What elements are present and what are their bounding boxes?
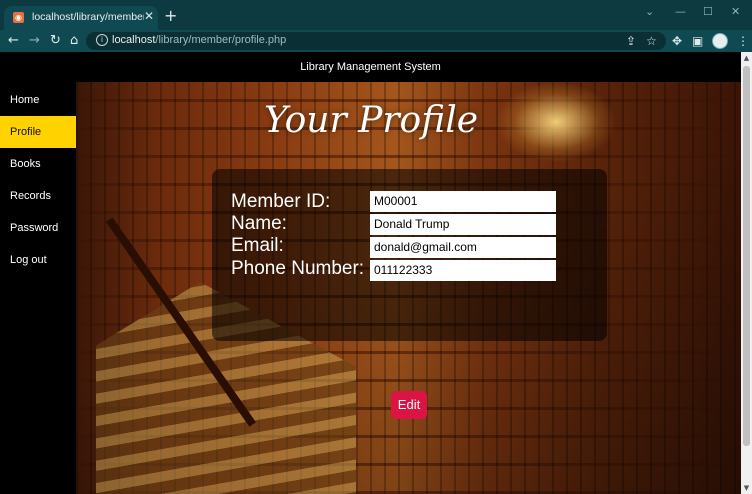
profile-avatar[interactable] — [712, 33, 728, 49]
tab-search-icon[interactable]: ⌄ — [645, 5, 654, 18]
edit-button[interactable]: Edit — [391, 391, 427, 419]
minimize-icon[interactable]: — — [675, 5, 686, 18]
site-info-icon[interactable]: i — [96, 34, 108, 46]
scroll-thumb[interactable] — [743, 66, 750, 446]
share-icon[interactable]: ⇪ — [626, 33, 636, 49]
url-host: localhost — [112, 34, 156, 46]
phone-label: Phone Number: — [231, 258, 365, 279]
maximize-icon[interactable]: ☐ — [703, 5, 713, 18]
forward-icon[interactable]: → — [29, 33, 40, 49]
extensions-icon[interactable]: ✥ — [672, 33, 682, 49]
browser-tab[interactable]: ◉ localhost/library/member/profile.php ✕ — [4, 6, 158, 30]
sidebar-item-home[interactable]: Home — [0, 84, 76, 116]
sidebar-item-profile[interactable]: Profile — [0, 116, 76, 148]
scroll-down-icon[interactable]: ▼ — [741, 482, 752, 494]
url-path: /library/member/profile.php — [155, 34, 287, 46]
member-id-label: Member ID: — [231, 191, 331, 212]
side-panel-icon[interactable]: ▣ — [692, 33, 703, 49]
sidebar-item-books[interactable]: Books — [0, 148, 76, 180]
window-close-icon[interactable]: ✕ — [731, 5, 740, 18]
home-icon[interactable]: ⌂ — [70, 33, 78, 49]
url-text[interactable]: localhost/library/member/profile.php — [112, 34, 286, 46]
scroll-up-icon[interactable]: ▲ — [741, 52, 752, 64]
browser-tabstrip: ◉ localhost/library/member/profile.php ✕… — [0, 0, 752, 30]
page-scrollbar[interactable]: ▲ ▼ — [741, 52, 752, 494]
name-label: Name: — [231, 213, 287, 234]
email-field[interactable] — [370, 237, 556, 258]
reload-icon[interactable]: ↻ — [50, 33, 61, 49]
phone-field[interactable] — [370, 260, 556, 281]
sidebar-nav: Home Profile Books Records Password Log … — [0, 82, 76, 494]
email-label: Email: — [231, 235, 284, 256]
library-background-image: Your Profile Member ID: Name: Email: Pho… — [76, 82, 741, 494]
member-id-field[interactable] — [370, 191, 556, 212]
bookmark-star-icon[interactable]: ☆ — [646, 33, 657, 49]
new-tab-icon[interactable]: + — [164, 6, 177, 25]
browser-toolbar: ← → ↻ ⌂ i localhost/library/member/profi… — [0, 30, 752, 52]
tab-close-icon[interactable]: ✕ — [144, 9, 154, 23]
site-header: Library Management System — [0, 52, 741, 82]
page-title: Your Profile — [263, 100, 479, 141]
favicon-icon: ◉ — [13, 12, 24, 23]
sidebar-item-logout[interactable]: Log out — [0, 244, 76, 276]
sidebar-item-password[interactable]: Password — [0, 212, 76, 244]
address-bar[interactable]: i localhost/library/member/profile.php ⇪… — [86, 32, 666, 50]
page-viewport: Library Management System Home Profile B… — [0, 52, 752, 494]
menu-more-icon[interactable]: ⋮ — [737, 33, 749, 49]
sidebar-item-records[interactable]: Records — [0, 180, 76, 212]
name-field[interactable] — [370, 214, 556, 235]
profile-card: Member ID: Name: Email: Phone Number: Ed… — [212, 169, 607, 419]
tab-title: localhost/library/member/profile.php — [32, 11, 144, 23]
back-icon[interactable]: ← — [8, 33, 19, 49]
